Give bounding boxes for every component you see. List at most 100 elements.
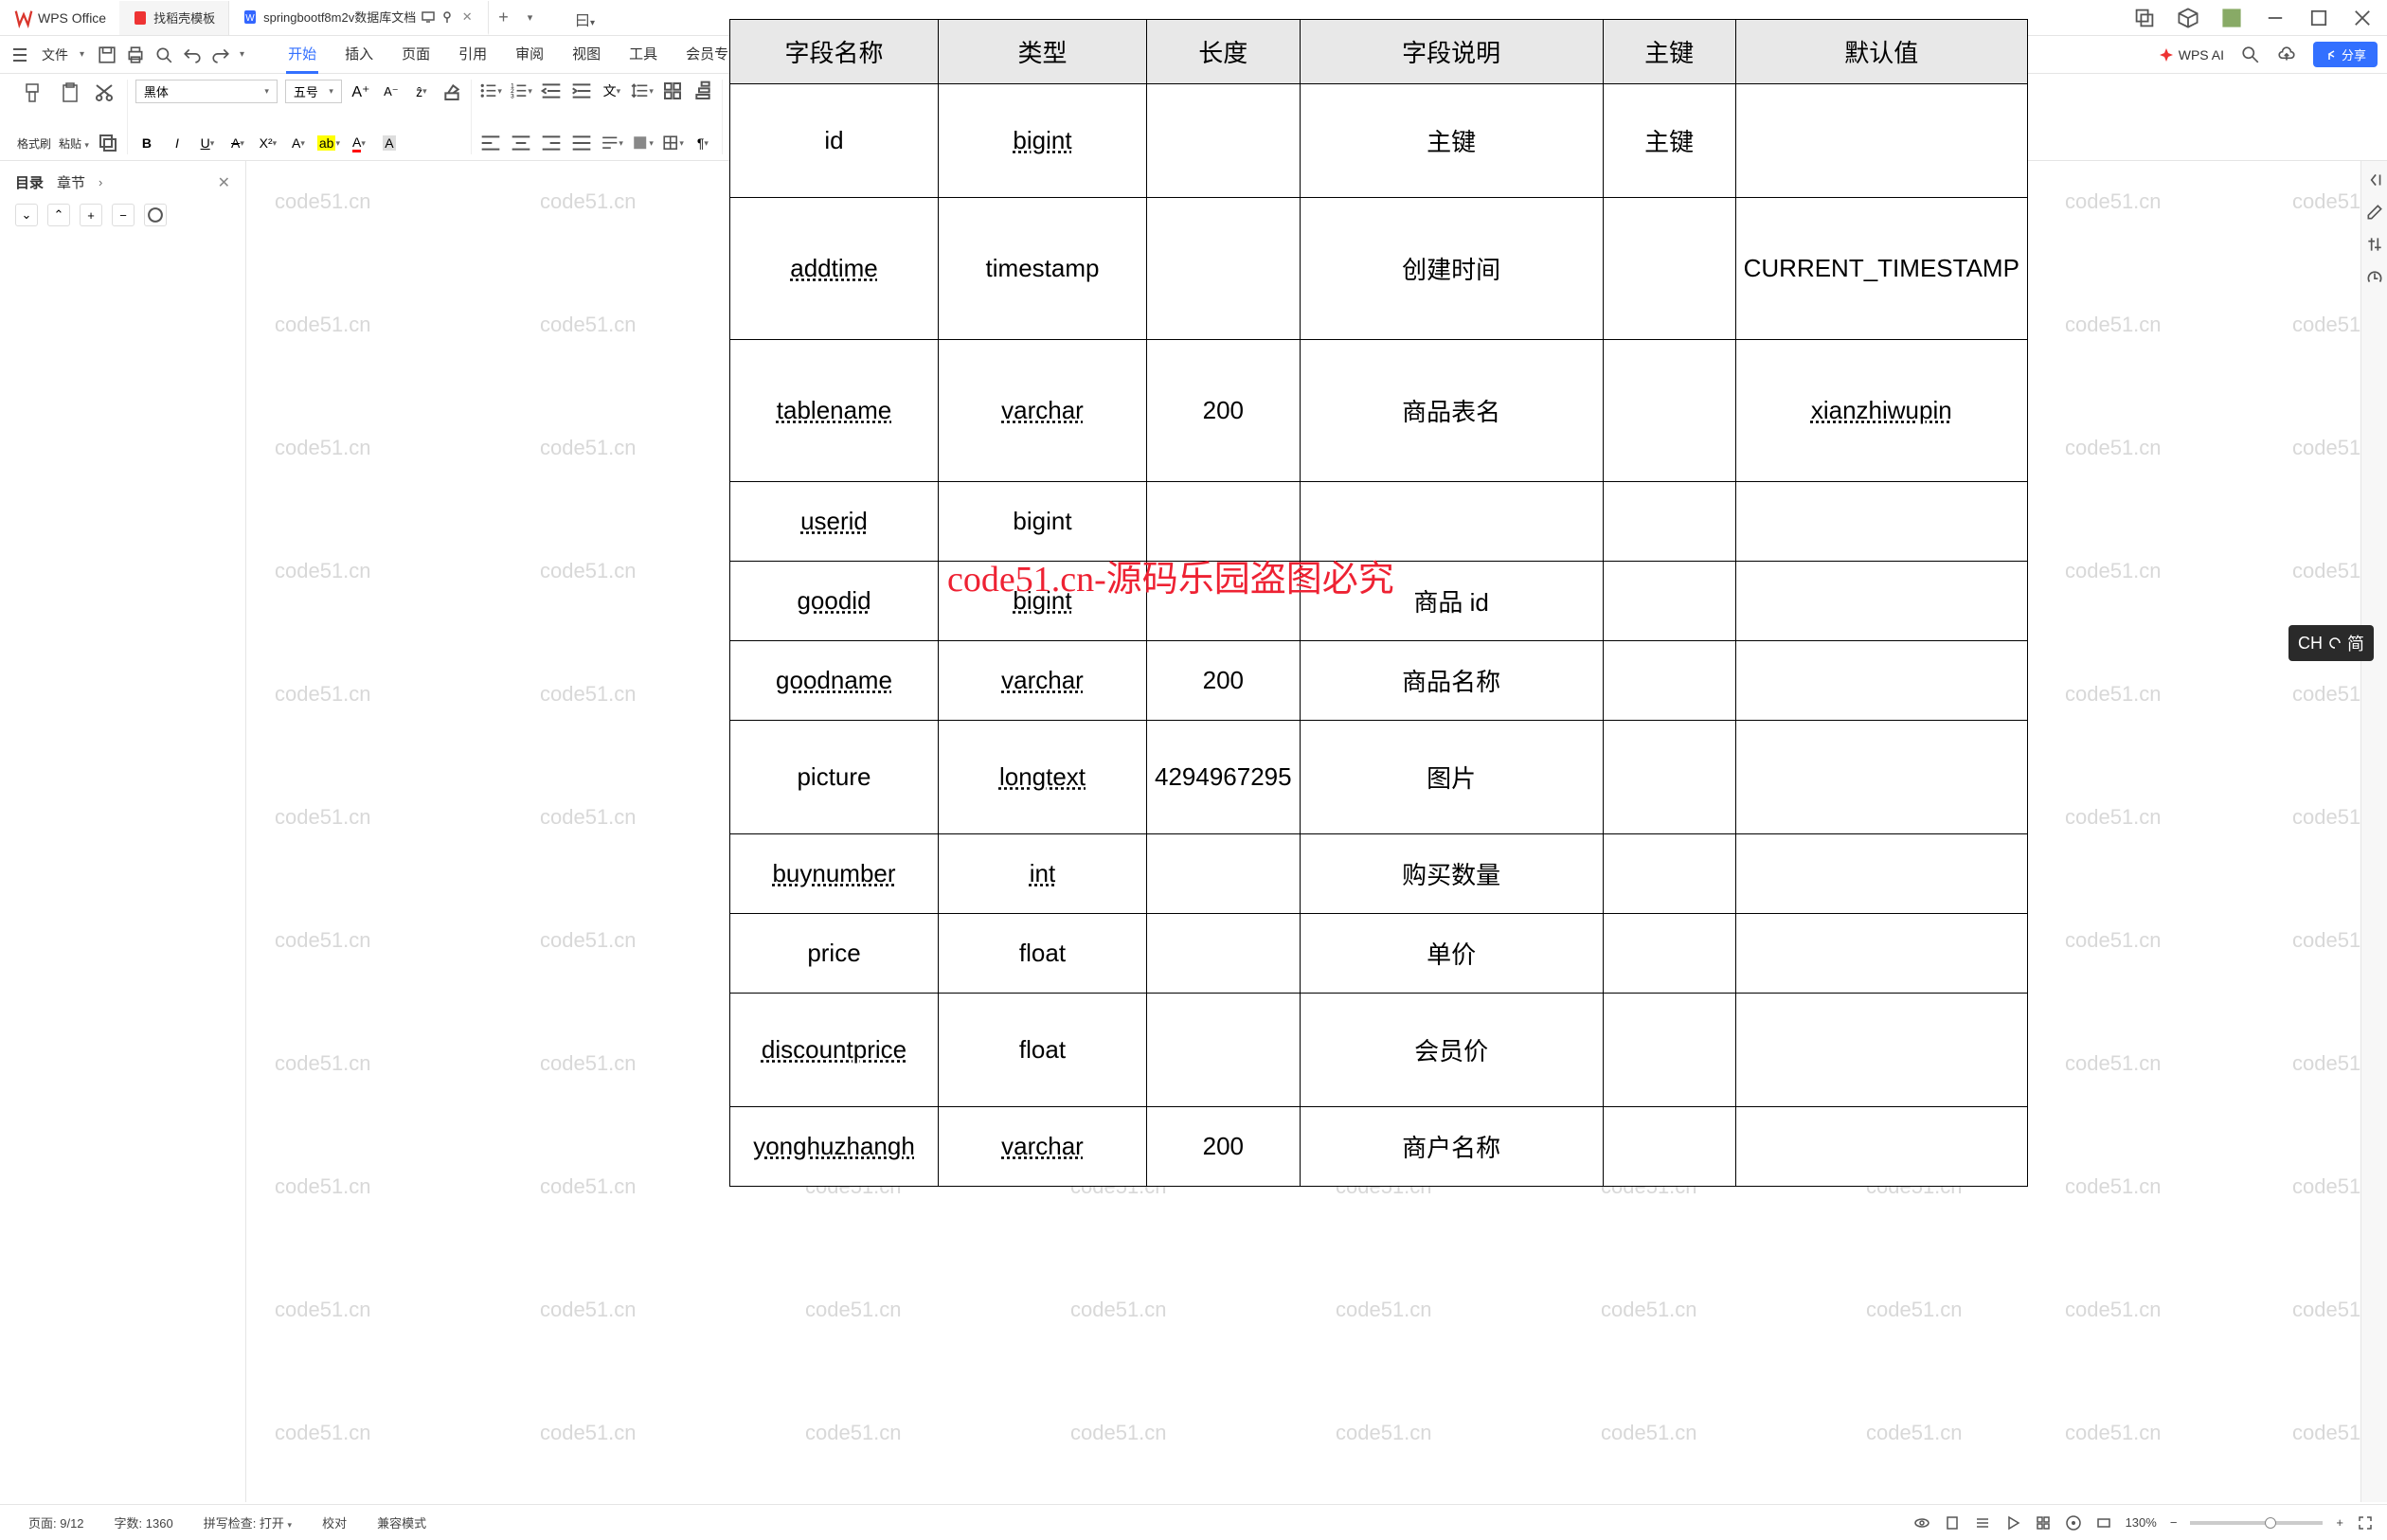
chevron-right-icon[interactable]: ›	[99, 175, 102, 189]
wps-ai-button[interactable]: WPS AI	[2158, 46, 2224, 63]
word-count[interactable]: 字数: 1360	[99, 1513, 188, 1531]
view-eye-icon[interactable]	[1913, 1514, 1930, 1531]
align-center-icon[interactable]	[510, 132, 532, 154]
app-logo[interactable]: WPS Office	[0, 0, 119, 36]
align-left-icon[interactable]	[479, 132, 502, 154]
sidebar-close-icon[interactable]: ✕	[218, 173, 230, 192]
tab-document[interactable]: W springbootf8m2v数据库文档 ✕	[229, 1, 489, 35]
format-brush-button[interactable]	[17, 80, 47, 106]
window-close-icon[interactable]	[2351, 7, 2374, 29]
menu-tab-page[interactable]: 页面	[400, 36, 432, 74]
superscript-icon[interactable]: X² ▾	[257, 132, 279, 154]
para-marks-icon[interactable]: ¶ ▾	[691, 132, 714, 154]
align-justify-icon[interactable]	[570, 132, 593, 154]
text-direction-icon[interactable]: 文 ▾	[601, 80, 623, 102]
font-size-selector[interactable]: 五号▾	[285, 80, 342, 103]
save-icon[interactable]	[98, 45, 117, 64]
highlight-icon[interactable]: ab ▾	[317, 132, 340, 154]
font-color-icon[interactable]: A ▾	[348, 132, 370, 154]
minimize-icon[interactable]	[2264, 7, 2287, 29]
mode-a-icon[interactable]	[2065, 1514, 2082, 1531]
italic-icon[interactable]: I	[166, 132, 188, 154]
preview-icon[interactable]	[154, 45, 173, 64]
increase-font-icon[interactable]: A⁺	[350, 81, 372, 103]
font-selector[interactable]: 黑体▾	[135, 80, 278, 103]
borders-icon[interactable]: ▾	[661, 132, 684, 154]
share-button[interactable]: 分享	[2313, 42, 2378, 67]
page-indicator[interactable]: 页面: 9/12	[13, 1513, 99, 1531]
menu-tab-start[interactable]: 开始	[286, 36, 318, 74]
add-icon[interactable]: +	[80, 204, 102, 226]
view-page-icon[interactable]	[1944, 1514, 1961, 1531]
menu-tab-review[interactable]: 审阅	[513, 36, 546, 74]
char-shade-icon[interactable]: A	[378, 132, 401, 154]
cloud-icon[interactable]	[2277, 45, 2296, 64]
zoom-slider[interactable]	[2190, 1521, 2323, 1525]
decrease-indent-icon[interactable]	[540, 80, 563, 102]
print-icon[interactable]	[126, 45, 145, 64]
undo-icon[interactable]	[183, 45, 202, 64]
zoom-in-icon[interactable]: +	[2336, 1515, 2343, 1530]
tab-template[interactable]: 找稻壳模板	[119, 1, 229, 35]
grid-icon[interactable]	[2035, 1514, 2052, 1531]
filter-icon[interactable]	[2365, 235, 2384, 254]
bold-icon[interactable]: B	[135, 132, 158, 154]
copy-icon[interactable]	[2133, 7, 2156, 29]
increase-indent-icon[interactable]	[570, 80, 593, 102]
shading-icon[interactable]: ▾	[631, 132, 654, 154]
collapse-icon[interactable]: ⌃	[47, 204, 70, 226]
search-icon[interactable]	[2241, 45, 2260, 64]
indent-marker[interactable]: 曰▾	[575, 8, 595, 30]
paste-button[interactable]	[55, 80, 85, 106]
paste-label[interactable]: 粘贴 ▾	[59, 135, 89, 152]
sort-icon[interactable]	[691, 80, 714, 102]
strike-icon[interactable]: A ▾	[226, 132, 249, 154]
refresh-icon[interactable]	[144, 204, 167, 226]
fullscreen-icon[interactable]	[2357, 1514, 2374, 1531]
pin-icon[interactable]	[440, 10, 454, 24]
redo-icon[interactable]	[211, 45, 230, 64]
cut-icon[interactable]	[93, 81, 116, 104]
spell-check[interactable]: 拼写检查: 打开 ▾	[188, 1513, 307, 1531]
watermark-text: code51.cn	[540, 313, 637, 337]
maximize-icon[interactable]	[2307, 7, 2330, 29]
phonetic-icon[interactable]: ẑ ▾	[410, 81, 433, 103]
backup-icon[interactable]	[2365, 267, 2384, 286]
clear-format-icon[interactable]	[440, 81, 463, 103]
cube-icon[interactable]	[2177, 7, 2199, 29]
zoom-level[interactable]: 130%	[2126, 1515, 2157, 1530]
copy-icon-ribbon[interactable]	[97, 132, 119, 154]
ime-indicator[interactable]: CH 简	[2288, 625, 2374, 661]
avatar[interactable]	[2220, 7, 2243, 29]
hamburger-icon[interactable]	[9, 45, 30, 65]
sidebar-tab-chapter[interactable]: 章节	[57, 172, 85, 192]
line-spacing-icon[interactable]: ▾	[631, 80, 654, 102]
qat-more[interactable]: ▾	[240, 49, 244, 60]
menu-tab-insert[interactable]: 插入	[343, 36, 375, 74]
underline-icon[interactable]: U ▾	[196, 132, 219, 154]
file-menu[interactable]: 文件	[34, 45, 76, 64]
distribute-icon[interactable]: ▾	[601, 132, 623, 154]
bullet-list-icon[interactable]: ▾	[479, 80, 502, 102]
remove-icon[interactable]: −	[112, 204, 135, 226]
close-icon[interactable]: ✕	[459, 9, 475, 25]
zoom-out-icon[interactable]: −	[2170, 1515, 2178, 1530]
play-icon[interactable]	[2004, 1514, 2021, 1531]
decrease-font-icon[interactable]: A⁻	[380, 81, 403, 103]
menu-tab-view[interactable]: 视图	[570, 36, 602, 74]
text-effect-icon[interactable]: A ▾	[287, 132, 310, 154]
proofread[interactable]: 校对	[307, 1513, 362, 1531]
new-tab-button[interactable]: +	[489, 8, 518, 27]
expand-icon[interactable]: ⌄	[15, 204, 38, 226]
view-outline-icon[interactable]	[1974, 1514, 1991, 1531]
tab-button-icon[interactable]	[661, 80, 684, 102]
align-right-icon[interactable]	[540, 132, 563, 154]
edit-icon[interactable]	[2365, 203, 2384, 222]
sidebar-tab-toc[interactable]: 目录	[15, 172, 44, 192]
menu-tab-ref[interactable]: 引用	[457, 36, 489, 74]
menu-tab-tools[interactable]: 工具	[627, 36, 659, 74]
expand-pane-icon[interactable]	[2365, 170, 2384, 189]
tab-list-button[interactable]: ▾	[518, 11, 543, 24]
mode-b-icon[interactable]	[2095, 1514, 2112, 1531]
number-list-icon[interactable]: 123▾	[510, 80, 532, 102]
